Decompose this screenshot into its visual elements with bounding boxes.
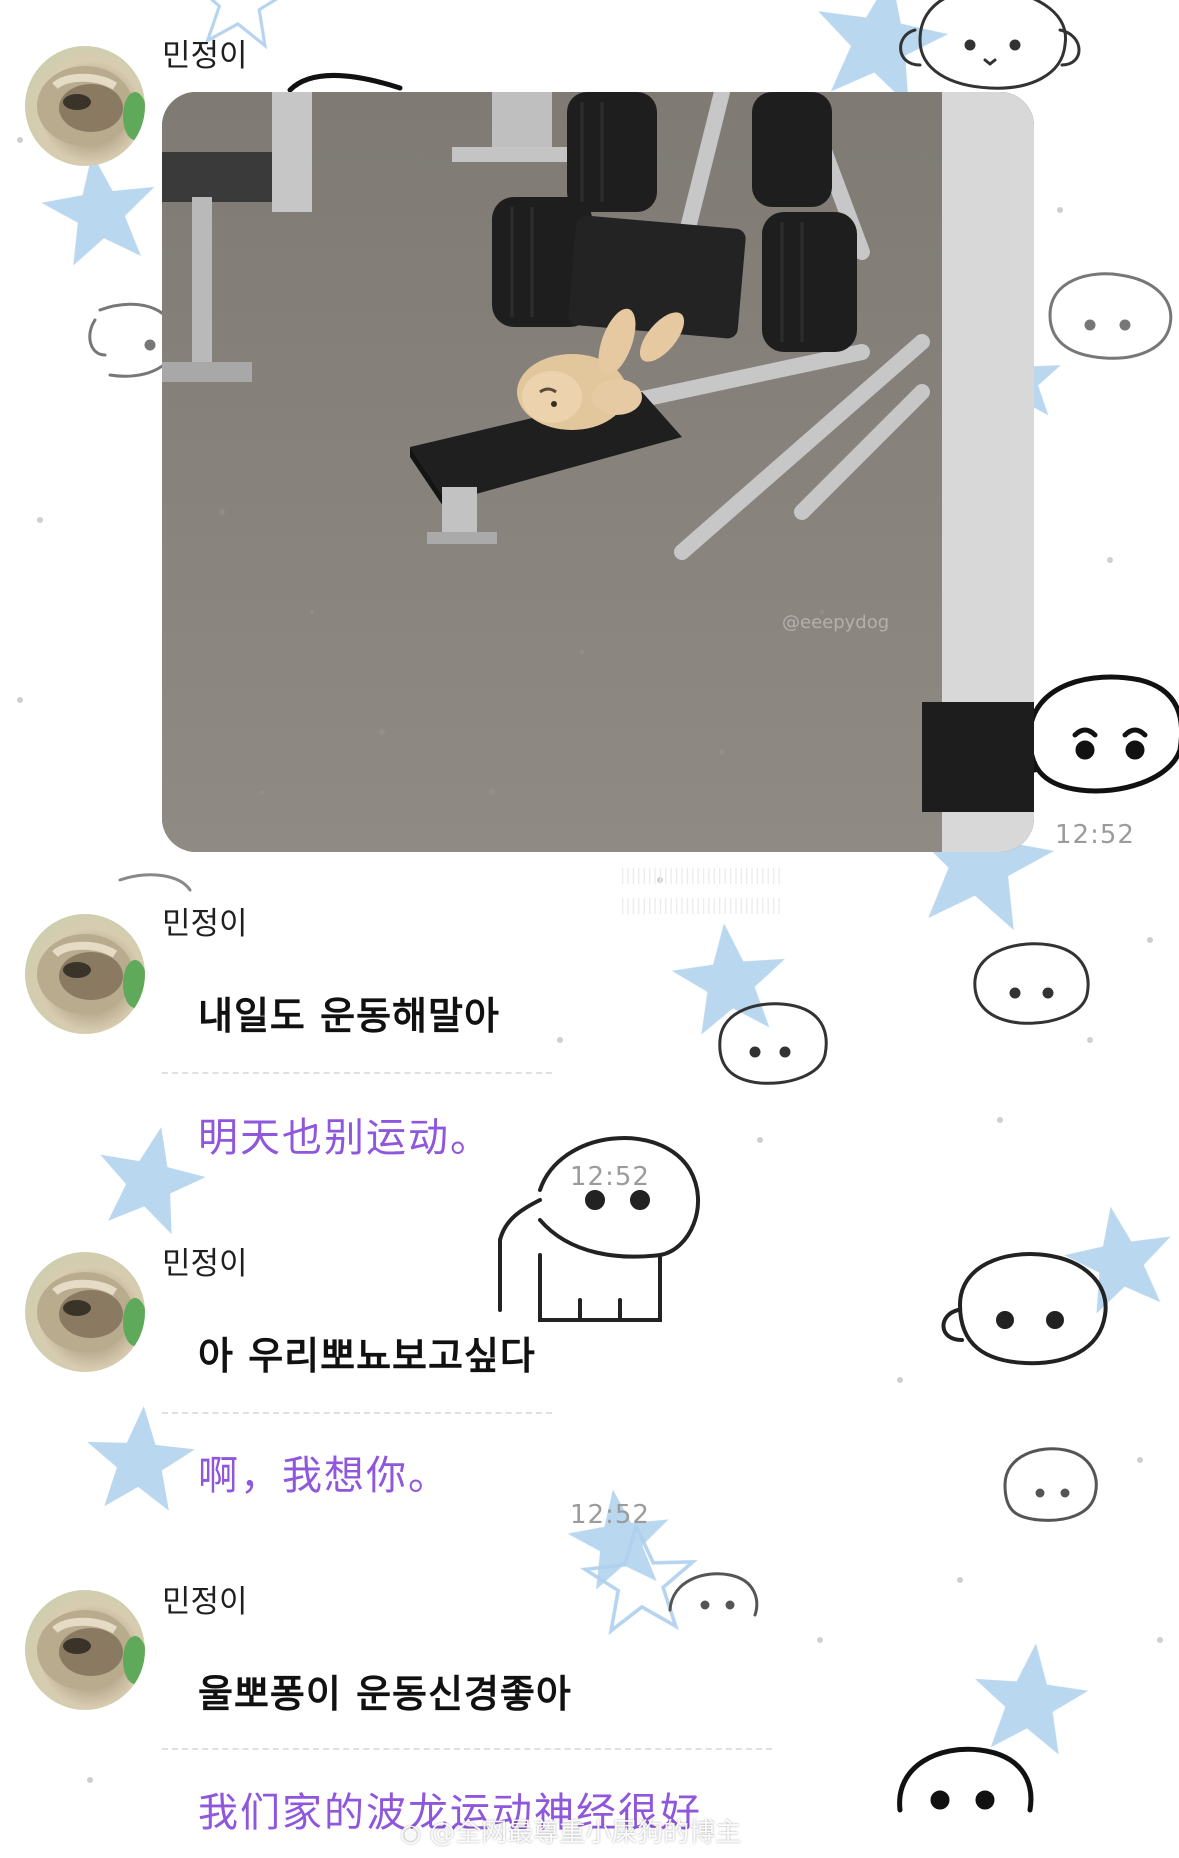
message-korean-text: 아 우리뽀뇨보고싶다 [198,1334,536,1378]
weibo-logo-icon: ◉ [400,1819,421,1847]
weibo-watermark: ◉ @全网最尊重小屎狗的博主 [400,1812,741,1849]
message-time: 12:52 [1055,820,1135,850]
message-time: 12:52 [570,1500,650,1530]
sender-name: 민정이 [162,906,248,942]
message-korean-text: 내일도 운동해말아 [198,994,500,1038]
message-translation-text: 啊，我想你。 [198,1453,450,1499]
divider [162,1072,552,1074]
divider [162,1748,772,1750]
message-time: 12:52 [570,1162,650,1192]
sender-name: 민정이 [162,1584,248,1620]
photo-dog-sleeping-on-gym-bench[interactable]: @eeepydog [162,92,1034,852]
divider [162,1412,552,1414]
photo-watermark: @eeepydog [782,612,890,633]
sender-avatar[interactable] [25,1252,145,1372]
message-korean-text: 울뽀퐁이 운동신경좋아 [198,1672,572,1716]
sender-name: 민정이 [162,1246,248,1282]
sender-name: 민정이 [162,38,248,74]
svg-text:||||||||||||||||||||||||||||||: |||||||||||||||||||||||||||||| [620,865,782,884]
sender-avatar[interactable] [25,914,145,1034]
watermark-text: @全网最尊重小屎狗的博主 [429,1818,742,1848]
message-translation-text: 明天也别运动。 [198,1115,492,1161]
sender-avatar[interactable] [25,46,145,166]
svg-text:||||||||||||||||||||||||||||||: |||||||||||||||||||||||||||||| [620,895,782,914]
sender-avatar[interactable] [25,1590,145,1710]
